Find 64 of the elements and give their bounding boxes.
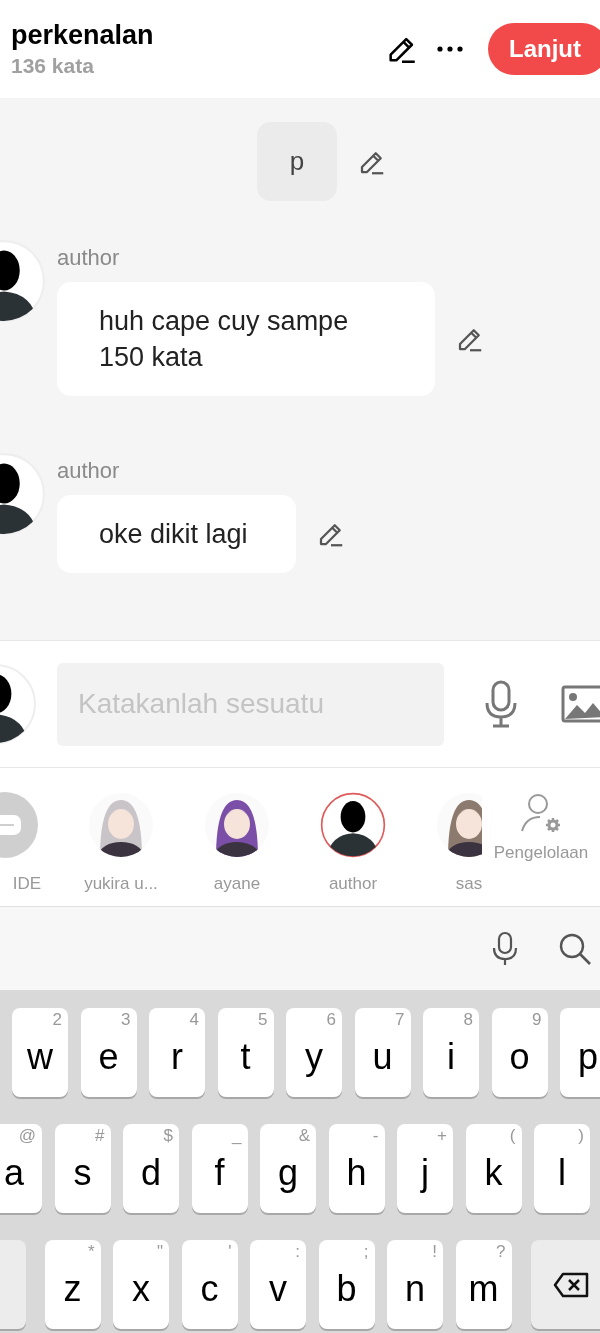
- keyboard-key[interactable]: x ": [113, 1240, 169, 1329]
- author-name: author: [57, 244, 121, 272]
- search-icon[interactable]: [558, 931, 592, 966]
- next-button[interactable]: Lanjut: [488, 23, 600, 75]
- keyboard-key[interactable]: e 3: [80, 1008, 137, 1097]
- key-hint: 6: [326, 1010, 336, 1030]
- key-hint: 2: [52, 1010, 62, 1030]
- microphone-icon[interactable]: [490, 930, 520, 967]
- key-hint: (: [509, 1126, 516, 1146]
- keyboard-key[interactable]: b ;: [318, 1240, 375, 1329]
- keyboard-key[interactable]: w 2: [12, 1008, 68, 1097]
- key-hint: :: [295, 1242, 300, 1262]
- user-settings-icon[interactable]: [520, 793, 562, 835]
- key-hint: ?: [496, 1242, 506, 1262]
- key-hint: &: [298, 1126, 310, 1146]
- word-count: 136 kata: [11, 53, 95, 79]
- key-hint: *: [87, 1242, 95, 1262]
- keyboard-key[interactable]: l ): [534, 1124, 590, 1213]
- keyboard-key[interactable]: f _: [191, 1124, 248, 1213]
- key-hint: +: [437, 1126, 447, 1146]
- backspace-icon: [553, 1271, 589, 1298]
- key-hint: -: [372, 1126, 379, 1146]
- keyboard-key[interactable]: z *: [44, 1240, 101, 1329]
- keyboard-key[interactable]: p: [560, 1008, 600, 1097]
- key-hint: 9: [532, 1010, 542, 1030]
- keyboard-key[interactable]: a @: [0, 1124, 42, 1213]
- keyboard-key[interactable]: o 9: [491, 1008, 548, 1097]
- keyboard-key[interactable]: t 5: [217, 1008, 274, 1097]
- key-hint: ): [578, 1126, 584, 1146]
- key-hint: #: [95, 1126, 105, 1146]
- key-hint: 4: [189, 1010, 199, 1030]
- key-hint: @: [18, 1126, 36, 1146]
- key-hint: 3: [121, 1010, 131, 1030]
- key-hint: 8: [463, 1010, 473, 1030]
- keyboard-key[interactable]: n !: [387, 1240, 443, 1329]
- key-hint: !: [432, 1242, 437, 1262]
- keyboard-key[interactable]: r 4: [149, 1008, 205, 1097]
- key-hint: _: [232, 1126, 242, 1146]
- keyboard-key[interactable]: g &: [260, 1124, 316, 1213]
- keyboard-key[interactable]: s #: [54, 1124, 111, 1213]
- message-bubble: p: [257, 122, 337, 201]
- keyboard-key[interactable]: j +: [397, 1124, 453, 1213]
- keyboard-key[interactable]: v :: [250, 1240, 306, 1329]
- key-hint: $: [163, 1126, 173, 1146]
- keyboard-key[interactable]: i 8: [423, 1008, 479, 1097]
- keyboard-key[interactable]: d $: [123, 1124, 179, 1213]
- message-bubble: huh cape cuy sampe 150 kata: [57, 282, 435, 396]
- more-icon[interactable]: [435, 44, 465, 54]
- keyboard-key[interactable]: m ?: [455, 1240, 512, 1329]
- key-hint: 5: [258, 1010, 268, 1030]
- key-hint: ': [228, 1242, 232, 1262]
- message-bubble: oke dikit lagi: [57, 495, 296, 573]
- author-name: author: [57, 457, 121, 485]
- keyboard-key[interactable]: k (: [465, 1124, 522, 1213]
- keyboard-key[interactable]: u 7: [354, 1008, 411, 1097]
- key-hint: 7: [395, 1010, 405, 1030]
- keyboard-key[interactable]: h -: [328, 1124, 385, 1213]
- key-hint: ": [156, 1242, 163, 1262]
- key-hint: ;: [363, 1242, 369, 1262]
- keyboard-key[interactable]: c ': [181, 1240, 238, 1329]
- backspace-key[interactable]: [531, 1240, 600, 1329]
- document-title: perkenalan: [11, 19, 155, 52]
- keyboard-key[interactable]: y 6: [286, 1008, 342, 1097]
- image-icon[interactable]: [561, 685, 600, 723]
